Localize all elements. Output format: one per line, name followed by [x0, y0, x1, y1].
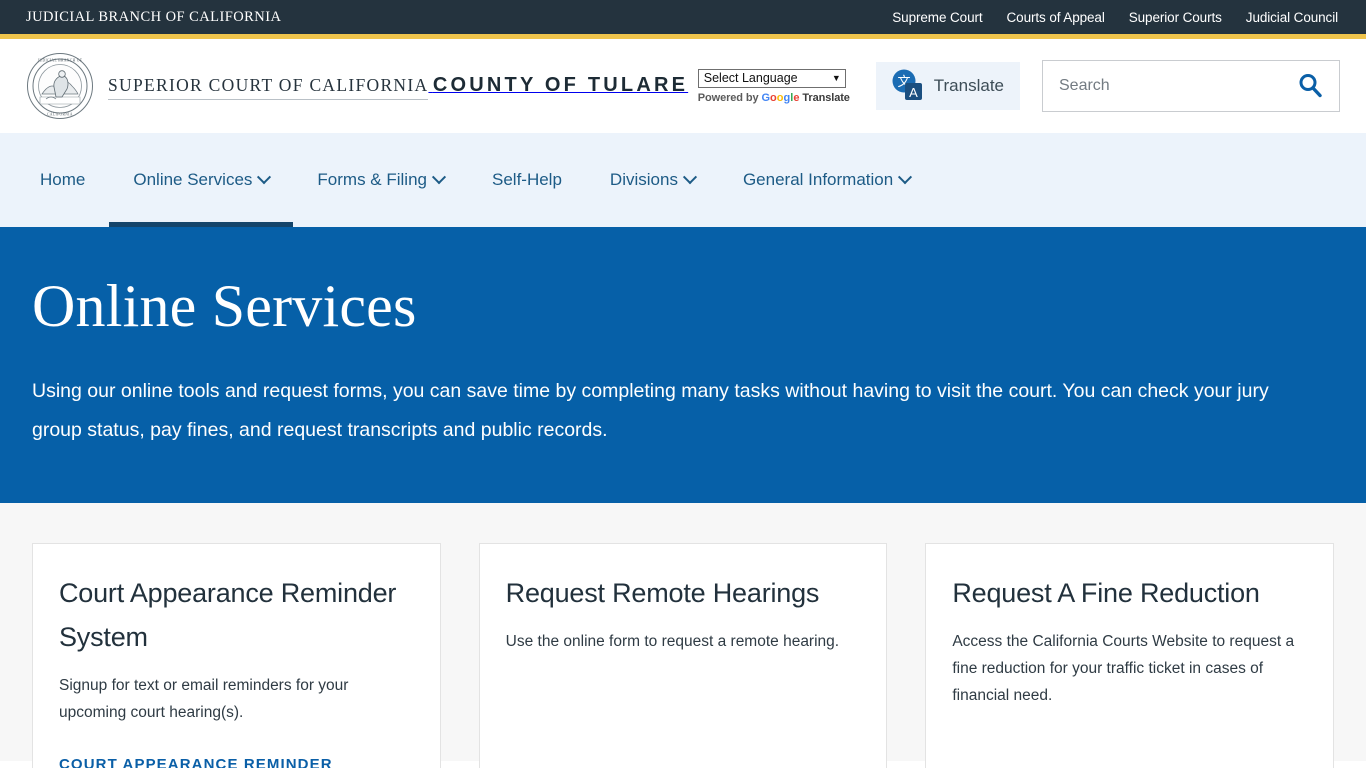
chevron-down-icon	[682, 170, 698, 185]
chevron-down-icon	[257, 170, 272, 185]
masthead-tools: Select Language ▼ Powered by Google Tran…	[697, 60, 1340, 112]
service-card-request-remote-hearings[interactable]: Request Remote Hearings Use the online f…	[478, 543, 888, 768]
card-description: Signup for text or email reminders for y…	[59, 676, 349, 721]
nav-item-divisions[interactable]: Divisions	[586, 133, 719, 227]
judicial-branch-label: JUDICIAL BRANCH OF CALIFORNIA	[26, 8, 282, 25]
language-select[interactable]: Select Language ▼	[697, 68, 846, 88]
nav-item-label: General Information	[742, 170, 894, 189]
chevron-down-icon: ▼	[831, 72, 841, 83]
service-card-request-fine-reduction[interactable]: Request A Fine Reduction Access the Cali…	[925, 543, 1334, 768]
google-translate-widget[interactable]: Select Language ▼ Powered by Google Tran…	[697, 68, 858, 104]
nav-item-general-information[interactable]: General Information	[719, 133, 934, 227]
utility-link-superior-courts[interactable]: Superior Courts	[1129, 10, 1222, 25]
hero-description: Using our online tools and request forms…	[32, 380, 1269, 441]
translate-button[interactable]: 文 A Translate	[875, 62, 1020, 110]
search-box[interactable]	[1042, 60, 1340, 112]
court-logo-link[interactable]: JUDICIAL BRANCH OF CALIFORNIA SUPERIOR C…	[26, 52, 688, 120]
card-title: Request Remote Hearings	[505, 578, 820, 609]
nav-item-label: Self-Help	[492, 170, 562, 189]
translate-button-label: Translate	[933, 76, 1004, 95]
court-name-line-2: COUNTY OF TULARE	[432, 74, 689, 96]
card-title: Court Appearance Reminder System	[59, 578, 397, 653]
service-card-grid: Court Appearance Reminder System Signup …	[32, 543, 1334, 768]
card-title: Request A Fine Reduction	[952, 578, 1260, 609]
card-description: Use the online form to request a remote …	[505, 633, 840, 651]
search-input[interactable]	[1059, 77, 1295, 95]
nav-item-label: Forms & Filing	[317, 170, 427, 189]
card-link[interactable]: COURT APPEARANCE REMINDER	[59, 756, 414, 768]
nav-item-forms-and-filing[interactable]: Forms & Filing	[293, 133, 468, 227]
language-select-value: Select Language	[703, 70, 798, 85]
chevron-down-icon	[898, 170, 913, 185]
utility-link-courts-of-appeal[interactable]: Courts of Appeal	[1007, 10, 1105, 25]
court-name: SUPERIOR COURT OF CALIFORNIA COUNTY OF T…	[108, 72, 688, 100]
service-card-court-appearance-reminder[interactable]: Court Appearance Reminder System Signup …	[32, 543, 441, 768]
nav-item-label: Online Services	[133, 170, 253, 189]
powered-by-text: Powered by	[697, 91, 759, 104]
google-wordmark: Google	[761, 91, 800, 104]
translate-icon: 文 A	[890, 68, 924, 105]
powered-by-google-translate: Powered by Google Translate	[698, 92, 858, 104]
nav-item-label: Divisions	[609, 170, 678, 189]
court-name-line-1: SUPERIOR COURT OF CALIFORNIA	[108, 75, 429, 100]
card-description: Access the California Courts Website to …	[952, 633, 1295, 705]
utility-bar: JUDICIAL BRANCH OF CALIFORNIA Supreme Co…	[0, 0, 1366, 34]
utility-links: Supreme Court Courts of Appeal Superior …	[892, 10, 1338, 25]
services-section: Court Appearance Reminder System Signup …	[0, 503, 1366, 768]
nav-item-online-services[interactable]: Online Services	[109, 133, 294, 227]
search-submit-button[interactable]	[1295, 72, 1325, 101]
svg-text:A: A	[909, 85, 918, 100]
nav-item-home[interactable]: Home	[26, 133, 109, 227]
translate-word: Translate	[802, 91, 850, 104]
nav-item-label: Home	[40, 170, 86, 189]
utility-link-judicial-council[interactable]: Judicial Council	[1246, 10, 1338, 25]
svg-text:CALIFORNIA: CALIFORNIA	[47, 113, 73, 117]
svg-text:JUDICIAL BRANCH OF: JUDICIAL BRANCH OF	[38, 59, 83, 63]
nav-item-self-help[interactable]: Self-Help	[468, 133, 586, 227]
california-judicial-seal-icon: JUDICIAL BRANCH OF CALIFORNIA	[26, 52, 94, 120]
hero-banner: Online Services Using our online tools a…	[0, 227, 1366, 504]
utility-link-supreme-court[interactable]: Supreme Court	[892, 10, 982, 25]
chevron-down-icon	[431, 170, 447, 185]
masthead: JUDICIAL BRANCH OF CALIFORNIA SUPERIOR C…	[0, 39, 1366, 133]
page-title: Online Services	[32, 273, 417, 339]
search-icon	[1297, 72, 1323, 101]
main-navigation: Home Online Services Forms & Filing Self…	[0, 133, 1366, 227]
